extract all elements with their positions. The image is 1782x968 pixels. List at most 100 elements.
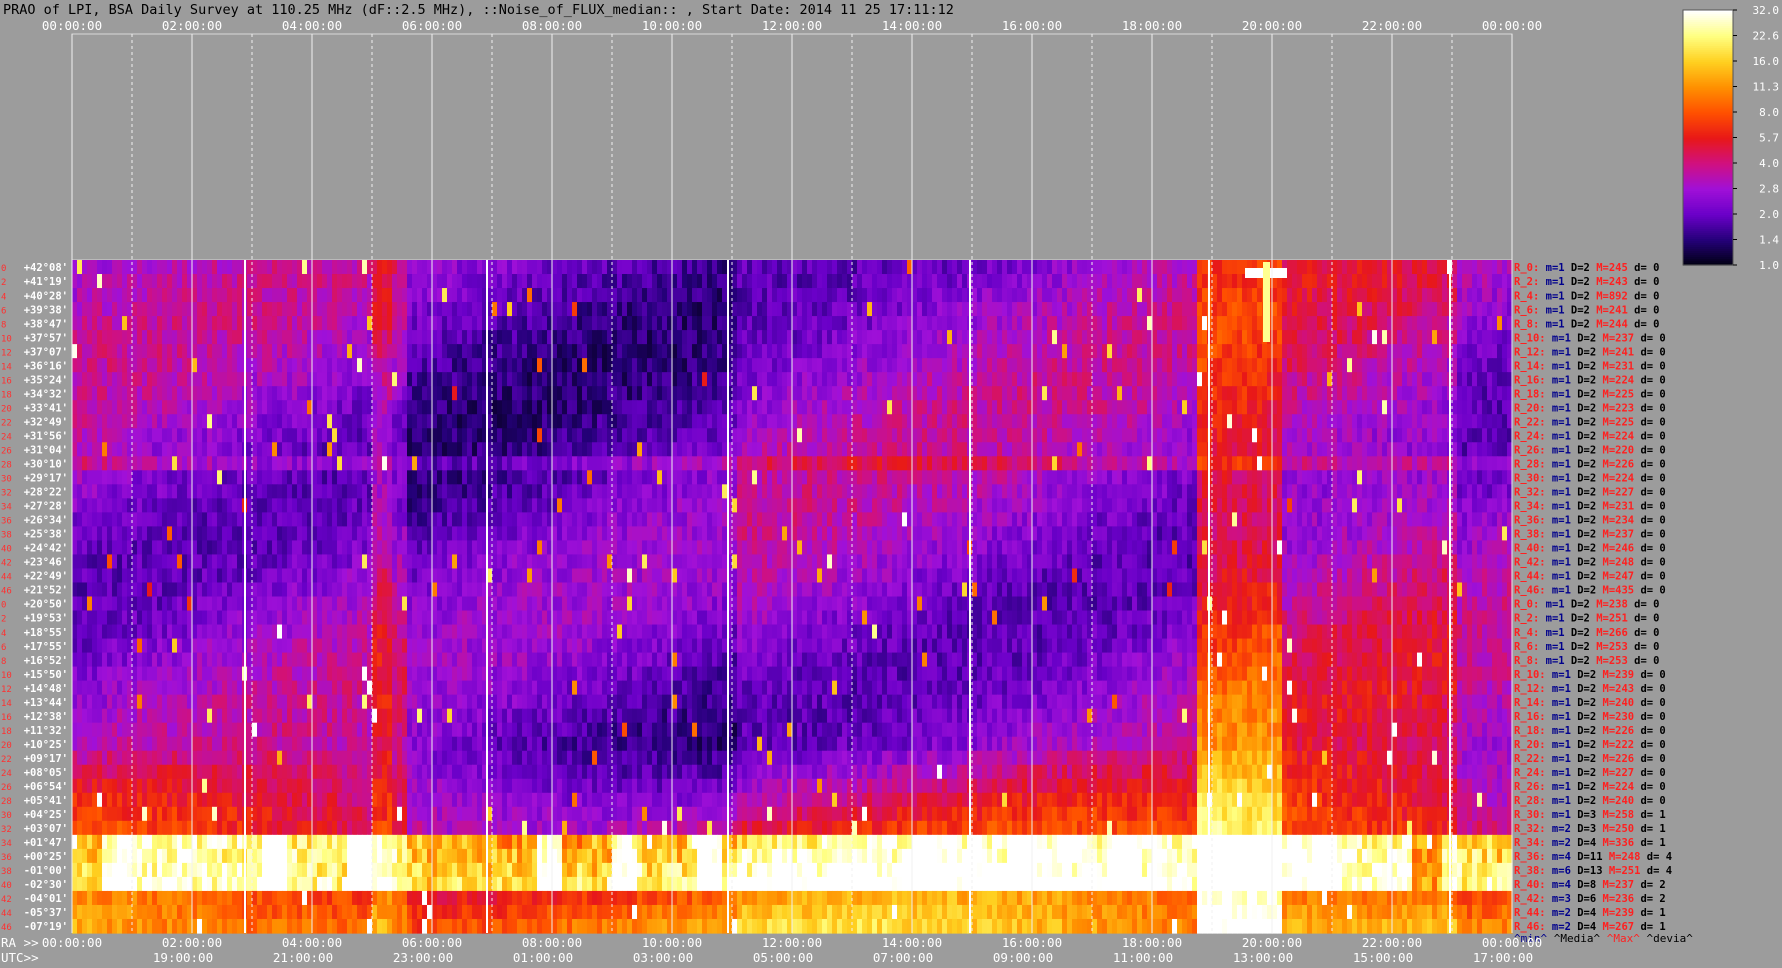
top-tick-label: 00:00:00 xyxy=(42,18,102,33)
utc-tick-label: 19:00:00 xyxy=(153,950,213,965)
declination-label: +18°55' xyxy=(24,627,68,639)
row-stat-label: R_8: m=1 D=2 M=244 d= 0 xyxy=(1514,318,1659,330)
colorbar-tick-label: 1.0 xyxy=(1759,259,1779,272)
ra-tick-label: 00:00:00 xyxy=(42,935,102,950)
beam-number-label: 42 xyxy=(1,895,12,905)
row-stat-label: R_14: m=1 D=2 M=240 d= 0 xyxy=(1514,697,1666,709)
ra-tick-label: 12:00:00 xyxy=(762,935,822,950)
row-stat-label: R_40: m=1 D=2 M=246 d= 0 xyxy=(1514,543,1666,555)
declination-label: +34°32' xyxy=(24,388,68,400)
top-tick-label: 10:00:00 xyxy=(642,18,702,33)
beam-number-label: 18 xyxy=(1,390,12,400)
row-stat-label: R_40: m=4 D=8 M=237 d= 2 xyxy=(1514,879,1666,891)
row-stat-label: R_12: m=1 D=2 M=243 d= 0 xyxy=(1514,683,1666,695)
top-tick-label: 12:00:00 xyxy=(762,18,822,33)
noise-flux-heatmap-chart: PRAO of LPI, BSA Daily Survey at 110.25 … xyxy=(1,2,1780,965)
row-stat-label: R_12: m=1 D=2 M=241 d= 0 xyxy=(1514,346,1666,358)
beam-number-label: 36 xyxy=(1,853,12,863)
ra-tick-label: 10:00:00 xyxy=(642,935,702,950)
row-stat-label: R_6: m=1 D=2 M=241 d= 0 xyxy=(1514,304,1659,316)
declination-label: +24°42' xyxy=(24,543,68,555)
declination-label: +06°54' xyxy=(24,781,68,793)
row-stat-label: R_30: m=1 D=2 M=224 d= 0 xyxy=(1514,473,1666,485)
beam-number-label: 10 xyxy=(1,334,12,344)
utc-tick-label: 03:00:00 xyxy=(633,950,693,965)
row-stat-label: R_38: m=1 D=2 M=237 d= 0 xyxy=(1514,529,1666,541)
row-stat-label: R_6: m=1 D=2 M=253 d= 0 xyxy=(1514,641,1659,653)
declination-label: +23°46' xyxy=(24,557,68,569)
beam-number-label: 30 xyxy=(1,475,12,485)
declination-label: +36°16' xyxy=(24,360,68,372)
ra-tick-label: 14:00:00 xyxy=(882,935,942,950)
top-tick-label: 18:00:00 xyxy=(1122,18,1182,33)
beam-number-label: 34 xyxy=(1,839,12,849)
colorbar-tick-label: 1.4 xyxy=(1759,234,1779,247)
beam-number-label: 10 xyxy=(1,671,12,681)
declination-label: -07°19' xyxy=(24,921,68,933)
declination-label: +03°07' xyxy=(24,823,68,835)
beam-number-label: 28 xyxy=(1,461,12,471)
beam-number-label: 18 xyxy=(1,727,12,737)
declination-label: -05°37' xyxy=(24,907,68,919)
beam-number-label: 8 xyxy=(1,320,6,330)
beam-number-label: 0 xyxy=(1,264,6,274)
declination-label: +39°38' xyxy=(24,304,68,316)
beam-number-label: 32 xyxy=(1,489,12,499)
declination-label: +31°04' xyxy=(24,444,68,456)
top-tick-label: 06:00:00 xyxy=(402,18,462,33)
colorbar-tick-label: 22.6 xyxy=(1753,30,1780,43)
row-stat-label: R_20: m=1 D=2 M=222 d= 0 xyxy=(1514,739,1666,751)
beam-number-label: 22 xyxy=(1,418,12,428)
beam-number-label: 44 xyxy=(1,909,12,919)
declination-label: +20°50' xyxy=(24,599,68,611)
beam-number-label: 14 xyxy=(1,362,12,372)
beam-number-label: 22 xyxy=(1,755,12,765)
row-stat-label: R_22: m=1 D=2 M=225 d= 0 xyxy=(1514,416,1666,428)
beam-number-label: 44 xyxy=(1,573,12,583)
ra-tick-label: 20:00:00 xyxy=(1242,935,1302,950)
declination-label: +28°22' xyxy=(24,487,68,499)
beam-number-label: 16 xyxy=(1,713,12,723)
declination-label: +26°34' xyxy=(24,515,68,527)
beam-number-label: 14 xyxy=(1,699,12,709)
beam-number-label: 26 xyxy=(1,783,12,793)
declination-label: +32°49' xyxy=(24,416,68,428)
row-stat-label: R_18: m=1 D=2 M=225 d= 0 xyxy=(1514,388,1666,400)
chart-title: PRAO of LPI, BSA Daily Survey at 110.25 … xyxy=(3,2,954,18)
colorbar-tick-label: 8.0 xyxy=(1759,106,1779,119)
declination-label: +35°24' xyxy=(24,374,68,386)
declination-label: +14°48' xyxy=(24,683,68,695)
declination-label: +37°57' xyxy=(24,332,68,344)
declination-label: +22°49' xyxy=(24,571,68,583)
utc-tick-label: 21:00:00 xyxy=(273,950,333,965)
row-stat-label: R_26: m=1 D=2 M=224 d= 0 xyxy=(1514,781,1666,793)
declination-label: -04°01' xyxy=(24,893,68,905)
declination-label: +08°05' xyxy=(24,767,68,779)
row-stat-label: R_28: m=1 D=2 M=226 d= 0 xyxy=(1514,459,1666,471)
row-stat-label: R_14: m=1 D=2 M=231 d= 0 xyxy=(1514,360,1666,372)
beam-number-label: 4 xyxy=(1,629,6,639)
top-tick-label: 02:00:00 xyxy=(162,18,222,33)
beam-number-label: 26 xyxy=(1,446,12,456)
beam-number-label: 4 xyxy=(1,292,6,302)
declination-label: +15°50' xyxy=(24,669,68,681)
utc-tick-label: 23:00:00 xyxy=(393,950,453,965)
colorbar: 32.0 22.6 16.0 11.3 8.0 5.7 4.0 2.8 2.0 1.4 1.0 xyxy=(1682,4,1780,272)
row-stat-label: R_36: m=4 D=11 M=248 d= 4 xyxy=(1514,851,1672,863)
top-tick-label: 04:00:00 xyxy=(282,18,342,33)
ra-tick-label: 08:00:00 xyxy=(522,935,582,950)
declination-label: +27°28' xyxy=(24,501,68,513)
ra-tick-label: 02:00:00 xyxy=(162,935,222,950)
beam-number-label: 28 xyxy=(1,797,12,807)
row-stat-label: R_34: m=2 D=4 M=336 d= 1 xyxy=(1514,837,1666,849)
bottom-time-axes: RA >>UTC>>00:00:00 02:00:00 04:00:00 06:00:… xyxy=(1,935,1542,965)
row-stat-label: R_42: m=1 D=2 M=248 d= 0 xyxy=(1514,557,1666,569)
row-stat-label: R_10: m=1 D=2 M=239 d= 0 xyxy=(1514,669,1666,681)
row-stat-label: R_30: m=1 D=3 M=258 d= 1 xyxy=(1514,809,1666,821)
beam-number-label: 30 xyxy=(1,811,12,821)
utc-axis-label: UTC>> xyxy=(1,950,39,965)
ra-tick-label: 22:00:00 xyxy=(1362,935,1422,950)
row-stat-label: R_32: m=1 D=2 M=227 d= 0 xyxy=(1514,487,1666,499)
row-stat-label: R_44: m=2 D=4 M=239 d= 1 xyxy=(1514,907,1666,919)
utc-tick-label: 05:00:00 xyxy=(753,950,813,965)
